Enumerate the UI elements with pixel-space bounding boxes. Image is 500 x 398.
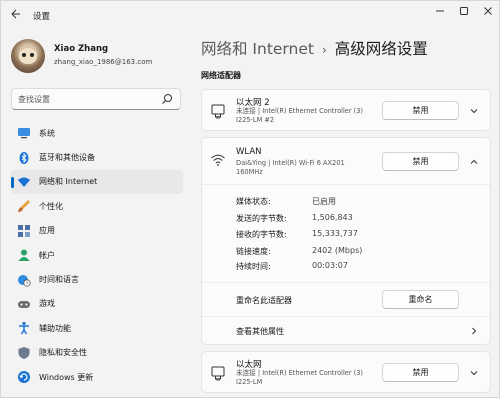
gamepad-icon xyxy=(17,297,31,311)
close-button[interactable] xyxy=(477,5,499,23)
account-icon xyxy=(17,248,31,262)
adapter-desc-line: I225-LM #2 xyxy=(236,116,275,124)
detail-value: 已启用 xyxy=(312,197,336,206)
sidebar-item-accessibility[interactable]: 辅助功能 xyxy=(11,316,183,340)
divider xyxy=(202,316,490,317)
chevron-right-icon[interactable] xyxy=(469,326,479,336)
adapter-card-ethernet[interactable]: 以太网 未连接 | Intel(R) Ethernet Controller (… xyxy=(201,351,491,393)
search-input[interactable] xyxy=(18,92,158,107)
detail-key: 发送的字节数: xyxy=(236,214,287,223)
bluetooth-icon xyxy=(17,151,31,165)
sidebar-item-label: 系统 xyxy=(39,128,55,138)
sidebar-item-privacy[interactable]: 隐私和安全性 xyxy=(11,341,183,365)
monitor-icon xyxy=(17,126,31,140)
detail-value: 15,333,737 xyxy=(312,229,358,238)
adapter-desc-line: 未连接 | Intel(R) Ethernet Controller (3) xyxy=(236,107,363,115)
detail-key: 接收的字节数: xyxy=(236,230,287,239)
chevron-down-icon[interactable] xyxy=(469,368,479,378)
sidebar-item-label: 隐私和安全性 xyxy=(39,348,87,358)
adapter-card-wlan: WLAN Dai&Ying | Intel(R) Wi-Fi 6 AX201 1… xyxy=(201,137,491,345)
detail-value: 1,506,843 xyxy=(312,213,353,222)
adapter-description: 未连接 | Intel(R) Ethernet Controller (3) I… xyxy=(236,369,386,387)
sidebar-item-label: 网络和 Internet xyxy=(39,177,98,187)
detail-value: 2402 (Mbps) xyxy=(312,246,363,255)
brush-icon xyxy=(17,199,31,213)
rename-adapter-label: 重命名此适配器 xyxy=(236,296,292,305)
divider xyxy=(202,184,490,185)
adapter-card-ethernet2[interactable]: 以太网 2 未连接 | Intel(R) Ethernet Controller… xyxy=(201,89,491,131)
view-more-properties-link[interactable]: 查看其他属性 xyxy=(236,326,284,337)
back-arrow-icon[interactable] xyxy=(7,8,23,24)
rename-button[interactable]: 重命名 xyxy=(382,290,459,309)
detail-key: 持续时间: xyxy=(236,262,271,271)
adapter-description: Dai&Ying | Intel(R) Wi-Fi 6 AX201 160MHz xyxy=(236,159,386,177)
adapter-description: 未连接 | Intel(R) Ethernet Controller (3) I… xyxy=(236,107,386,125)
sidebar-item-system[interactable]: 系统 xyxy=(11,121,183,145)
detail-key: 链接速度: xyxy=(236,247,271,256)
sidebar-item-label: 蓝牙和其他设备 xyxy=(39,153,95,163)
chevron-down-icon[interactable] xyxy=(469,106,479,116)
title-bar: 设置 xyxy=(1,1,499,31)
page-title: 高级网络设置 xyxy=(334,40,428,58)
sidebar-item-windows-update[interactable]: Windows 更新 xyxy=(11,365,183,389)
sidebar-item-label: Windows 更新 xyxy=(39,372,94,382)
sidebar-item-label: 辅助功能 xyxy=(39,323,71,333)
breadcrumb-parent[interactable]: 网络和 Internet xyxy=(201,40,314,58)
disable-button[interactable]: 禁用 xyxy=(382,363,459,382)
window-title: 设置 xyxy=(33,12,51,22)
settings-window: 设置 Xiao Zhang zhang_xiao_1986@163.com 查找… xyxy=(0,0,500,398)
avatar[interactable] xyxy=(11,39,45,73)
globe-clock-icon xyxy=(17,273,31,287)
sidebar-item-label: 个性化 xyxy=(39,201,63,211)
accessibility-icon xyxy=(17,321,31,335)
ethernet-icon xyxy=(211,104,225,119)
section-label: 网络适配器 xyxy=(201,71,241,80)
search-box[interactable] xyxy=(11,88,181,110)
sidebar-nav: 系统 蓝牙和其他设备 网络和 Internet 个性化 应用 帐户 时间和语言 … xyxy=(11,121,183,389)
sidebar-item-label: 帐户 xyxy=(39,250,55,260)
divider xyxy=(202,282,490,283)
sidebar-item-apps[interactable]: 应用 xyxy=(11,219,183,243)
breadcrumb: 网络和 Internet › 高级网络设置 xyxy=(201,37,428,59)
apps-icon xyxy=(17,224,31,238)
breadcrumb-separator: › xyxy=(321,43,327,57)
adapter-desc-line: 160MHz xyxy=(236,168,263,176)
detail-value: 00:03:07 xyxy=(312,261,348,270)
minimize-button[interactable] xyxy=(429,5,451,23)
sidebar-item-label: 游戏 xyxy=(39,299,55,309)
sidebar-item-network[interactable]: 网络和 Internet xyxy=(11,169,183,195)
sidebar-item-personalization[interactable]: 个性化 xyxy=(11,194,183,218)
disable-button[interactable]: 禁用 xyxy=(382,101,459,120)
user-name: Xiao Zhang xyxy=(54,44,109,54)
sidebar-item-bluetooth[interactable]: 蓝牙和其他设备 xyxy=(11,145,183,169)
sidebar-item-label: 时间和语言 xyxy=(39,275,79,285)
user-email: zhang_xiao_1986@163.com xyxy=(54,58,153,66)
disable-button[interactable]: 禁用 xyxy=(382,152,459,171)
sidebar-item-label: 应用 xyxy=(39,226,55,236)
detail-key: 媒体状态: xyxy=(236,197,271,206)
search-icon[interactable] xyxy=(161,93,173,105)
update-icon xyxy=(17,370,31,384)
adapter-name: WLAN xyxy=(236,147,262,157)
adapter-desc-line: I225-LM xyxy=(236,378,263,386)
sidebar-item-gaming[interactable]: 游戏 xyxy=(11,292,183,316)
ethernet-icon xyxy=(211,366,225,381)
adapter-desc-line: 未连接 | Intel(R) Ethernet Controller (3) xyxy=(236,369,363,377)
sidebar-item-accounts[interactable]: 帐户 xyxy=(11,243,183,267)
chevron-up-icon[interactable] xyxy=(469,157,479,167)
wifi-icon xyxy=(211,154,225,166)
wifi-icon xyxy=(17,175,31,189)
shield-icon xyxy=(17,346,31,360)
sidebar-item-time-language[interactable]: 时间和语言 xyxy=(11,267,183,291)
maximize-button[interactable] xyxy=(453,5,475,23)
adapter-desc-line: Dai&Ying | Intel(R) Wi-Fi 6 AX201 xyxy=(236,159,345,167)
